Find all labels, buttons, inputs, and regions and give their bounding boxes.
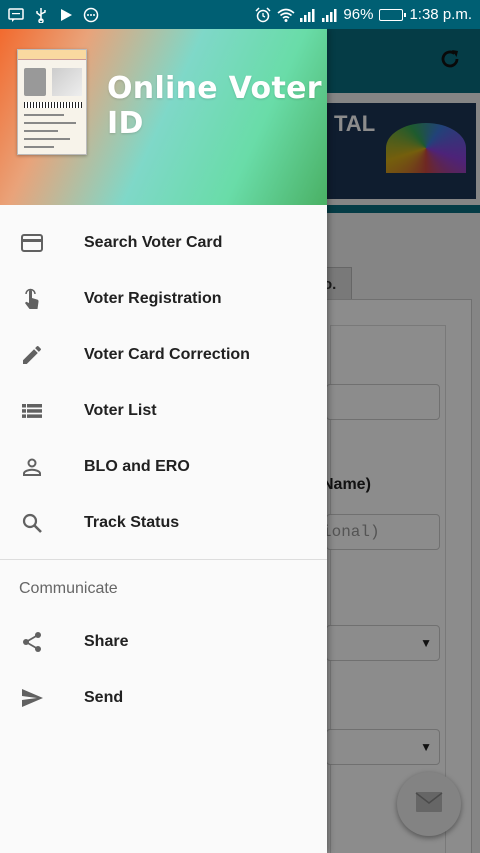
play-icon (58, 7, 74, 23)
menu-item-label: Share (84, 633, 129, 650)
menu-item-track-status[interactable]: Track Status (0, 495, 327, 551)
signal-icon-2 (321, 7, 337, 23)
share-icon (20, 630, 44, 654)
menu-item-label: Track Status (84, 514, 180, 531)
battery-percent: 96% (343, 6, 374, 23)
menu-item-voter-list[interactable]: Voter List (0, 383, 327, 439)
menu-item-send[interactable]: Send (0, 670, 327, 726)
touch-icon (20, 287, 44, 311)
message-icon (8, 7, 24, 23)
menu-item-voter-registration[interactable]: Voter Registration (0, 271, 327, 327)
menu-item-label: Voter List (84, 402, 157, 419)
status-bar: 96% 1:38 p.m. (0, 0, 480, 29)
menu-item-search-voter-card[interactable]: Search Voter Card (0, 215, 327, 271)
menu-item-label: Search Voter Card (84, 234, 223, 251)
usb-icon (33, 7, 49, 24)
drawer-header: Online Voter ID (0, 29, 327, 205)
signal-icon (299, 7, 315, 23)
list-icon (20, 399, 44, 423)
section-title: Communicate (19, 580, 118, 597)
alarm-icon (255, 6, 271, 23)
menu-item-label: Voter Card Correction (84, 346, 250, 363)
pencil-icon (20, 343, 44, 367)
menu-item-label: BLO and ERO (84, 458, 190, 475)
menu-item-blo-and-ero[interactable]: BLO and ERO (0, 439, 327, 495)
search-icon (20, 511, 44, 535)
send-icon (20, 686, 44, 710)
menu-item-label: Send (84, 689, 124, 706)
app-title: Online Voter ID (107, 71, 322, 141)
navigation-drawer: Online Voter ID Search Voter Card Voter … (0, 29, 327, 853)
menu-item-share[interactable]: Share (0, 614, 327, 670)
clock: 1:38 p.m. (409, 6, 472, 23)
card-icon (20, 231, 44, 255)
battery-icon (379, 8, 407, 21)
drawer-menu: Search Voter Card Voter Registration Vot… (0, 205, 327, 551)
menu-item-label: Voter Registration (84, 290, 222, 307)
more-circle-icon (83, 7, 99, 23)
menu-item-voter-card-correction[interactable]: Voter Card Correction (0, 327, 327, 383)
wifi-icon (277, 7, 295, 23)
voter-card-image (17, 49, 87, 155)
communicate-menu: Share Send (0, 614, 327, 726)
person-icon (20, 455, 44, 479)
